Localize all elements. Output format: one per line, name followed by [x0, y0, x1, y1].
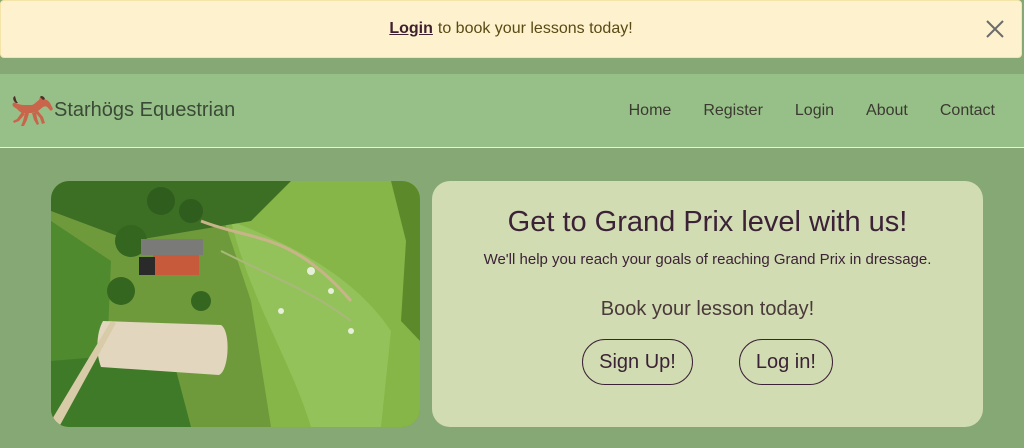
alert-login-link[interactable]: Login: [389, 20, 433, 38]
nav-home[interactable]: Home: [629, 102, 672, 120]
hero-cta: Book your lesson today!: [600, 298, 815, 320]
sign-up-button[interactable]: Sign Up!: [582, 339, 693, 385]
nav-login[interactable]: Login: [795, 102, 834, 120]
brand-name: Starhögs Equestrian: [54, 99, 236, 121]
navbar: Starhögs Equestrian Home Register Login …: [0, 74, 1024, 148]
login-alert: Login to book your lessons today!: [0, 0, 1022, 58]
hero-card: Get to Grand Prix level with us! We'll h…: [432, 181, 983, 427]
nav-about[interactable]: About: [866, 102, 908, 120]
nav-register[interactable]: Register: [703, 102, 763, 120]
close-icon[interactable]: [985, 19, 1005, 39]
brand[interactable]: Starhögs Equestrian: [10, 91, 235, 131]
farm-aerial-image: [51, 181, 420, 427]
spacer-band: [0, 58, 1024, 74]
alert-message: to book your lessons today!: [437, 20, 633, 37]
horse-logo-icon: [10, 91, 54, 131]
log-in-button[interactable]: Log in!: [738, 339, 833, 385]
hero-buttons: Sign Up! Log in!: [432, 339, 983, 385]
hero-subtitle: We'll help you reach your goals of reach…: [483, 251, 932, 268]
hero-title: Get to Grand Prix level with us!: [507, 206, 908, 238]
nav-links: Home Register Login About Contact: [597, 74, 995, 148]
nav-contact[interactable]: Contact: [940, 102, 995, 120]
